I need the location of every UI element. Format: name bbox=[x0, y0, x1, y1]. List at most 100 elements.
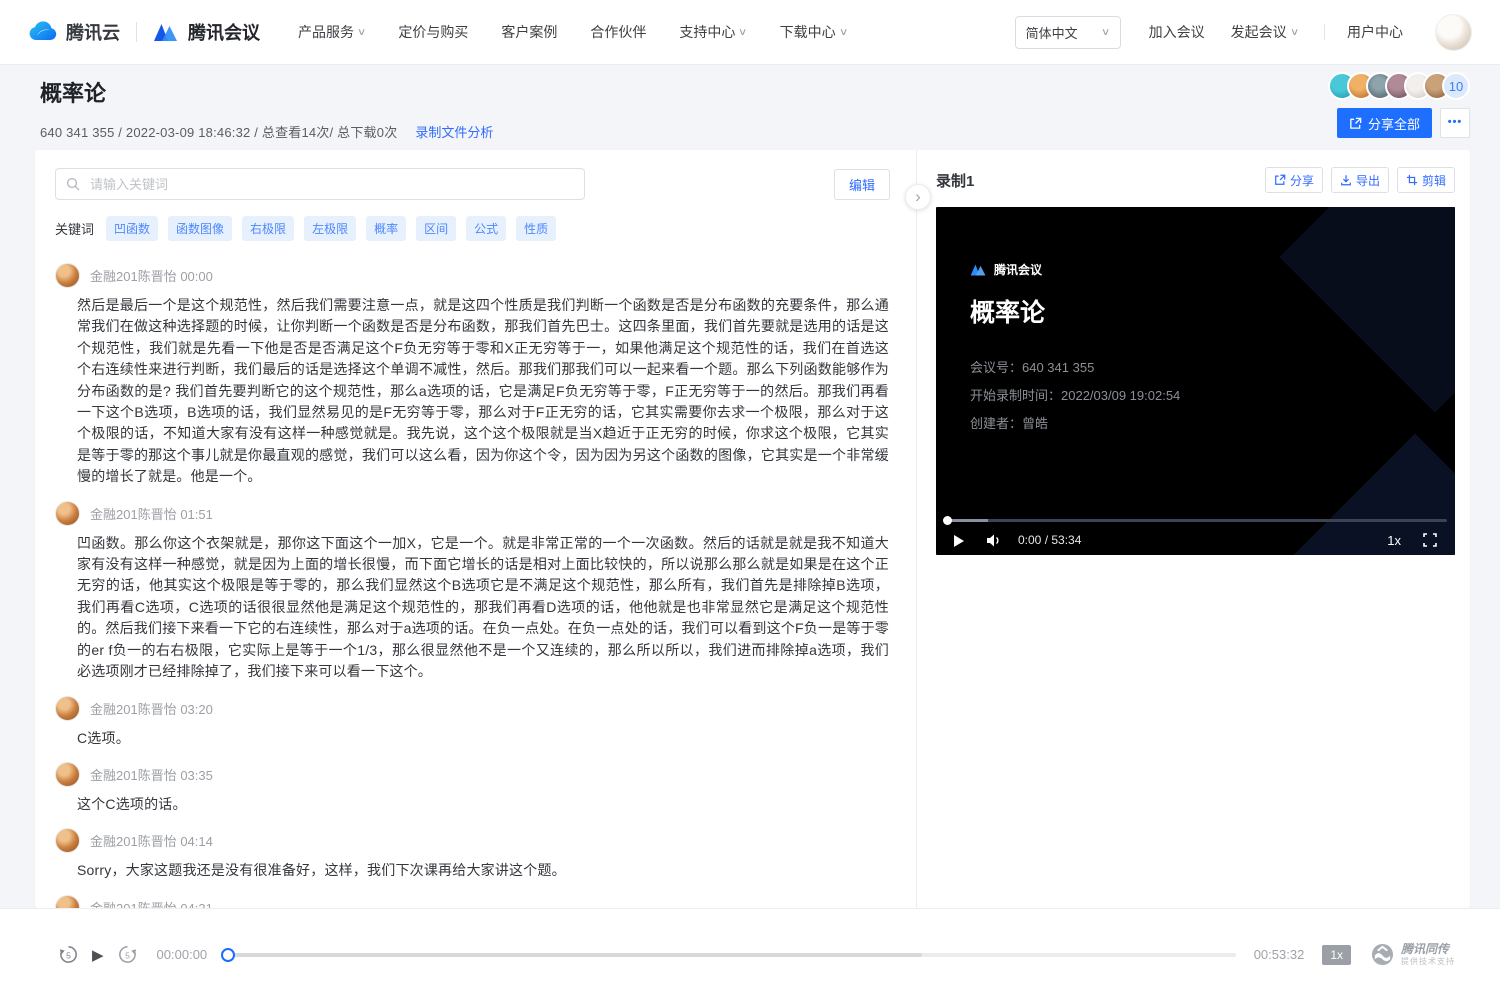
tencent-simultaneous-brand: 腾讯同传 提供技术支持 bbox=[1371, 943, 1455, 966]
chevron-right-icon: › bbox=[915, 188, 921, 205]
chevron-down-icon: ∨ bbox=[357, 27, 367, 38]
speaker-avatar bbox=[55, 263, 80, 288]
search-input[interactable] bbox=[88, 176, 574, 193]
video-meeting-number: 会议号：640 341 355 bbox=[970, 357, 1094, 376]
share-icon bbox=[1274, 174, 1286, 186]
nav-item-products[interactable]: 产品服务∨ bbox=[298, 22, 365, 42]
speaker-avatar bbox=[55, 762, 80, 787]
video-seek-bar[interactable] bbox=[944, 519, 1447, 522]
nav-item-download[interactable]: 下载中心∨ bbox=[780, 22, 847, 42]
speaker-avatar bbox=[55, 895, 80, 908]
main-content-card: 编辑 关键词 凹函数 函数图像 右极限 左极限 概率 区间 公式 性质 金融20… bbox=[35, 150, 1470, 908]
transcript-entry[interactable]: 金融201陈晋怡 03:35 这个C选项的话。 bbox=[55, 762, 896, 815]
header-right-section: 10 分享全部 ••• bbox=[1328, 72, 1470, 138]
header-buttons: 分享全部 ••• bbox=[1337, 108, 1470, 138]
clip-button[interactable]: 剪辑 bbox=[1397, 167, 1455, 193]
join-meeting-link[interactable]: 加入会议 bbox=[1149, 22, 1205, 42]
nav-item-pricing[interactable]: 定价与购买 bbox=[398, 22, 468, 42]
video-bg-shape bbox=[1279, 207, 1455, 413]
keyword-tag[interactable]: 左极限 bbox=[304, 216, 356, 241]
recording-meta: 640 341 355 / 2022-03-09 18:46:32 / 总查看1… bbox=[40, 122, 397, 141]
forward-5-button[interactable]: 5 bbox=[117, 944, 138, 965]
language-select[interactable]: 简体中文 ∨ bbox=[1015, 16, 1121, 49]
collapse-panel-button[interactable]: › bbox=[905, 184, 931, 210]
keyword-tag[interactable]: 凹函数 bbox=[106, 216, 158, 241]
keyword-tag[interactable]: 区间 bbox=[416, 216, 456, 241]
chevron-down-icon: ∨ bbox=[839, 27, 849, 38]
transcript-panel: 编辑 关键词 凹函数 函数图像 右极限 左极限 概率 区间 公式 性质 金融20… bbox=[35, 150, 917, 908]
video-time: 0:00 / 53:34 bbox=[1018, 533, 1081, 547]
keywords-label: 关键词 bbox=[55, 219, 94, 238]
top-navigation: 腾讯云 腾讯会议 产品服务∨ 定价与购买 客户案例 合作伙伴 支持中心∨ 下载中… bbox=[0, 0, 1500, 64]
speaker-and-time: 金融201陈晋怡 04:14 bbox=[90, 831, 213, 850]
keyword-tag[interactable]: 概率 bbox=[366, 216, 406, 241]
nav-item-cases[interactable]: 客户案例 bbox=[501, 22, 557, 42]
entry-header: 金融201陈晋怡 00:00 bbox=[55, 263, 896, 288]
search-box[interactable] bbox=[55, 168, 585, 200]
export-button[interactable]: 导出 bbox=[1331, 167, 1389, 193]
brand-cloud-label: 腾讯云 bbox=[66, 19, 120, 45]
playback-slider[interactable] bbox=[223, 948, 1236, 962]
tencent-meeting-logo[interactable]: 腾讯会议 bbox=[153, 19, 260, 45]
svg-text:5: 5 bbox=[66, 950, 71, 960]
keyword-tag[interactable]: 函数图像 bbox=[168, 216, 232, 241]
clip-label: 剪辑 bbox=[1422, 172, 1446, 189]
total-time: 00:53:32 bbox=[1254, 947, 1305, 962]
more-actions-button[interactable]: ••• bbox=[1440, 108, 1470, 138]
export-label: 导出 bbox=[1356, 172, 1380, 189]
entry-header: 金融201陈晋怡 01:51 bbox=[55, 501, 896, 526]
keyword-tag[interactable]: 公式 bbox=[466, 216, 506, 241]
meta-row: 640 341 355 / 2022-03-09 18:46:32 / 总查看1… bbox=[40, 122, 1460, 141]
crop-icon bbox=[1406, 174, 1418, 186]
playback-speed-button[interactable]: 1x bbox=[1322, 945, 1351, 965]
video-panel: 录制1 分享 导出 bbox=[917, 150, 1470, 908]
participant-avatars[interactable]: 10 bbox=[1328, 72, 1470, 100]
video-player[interactable]: 腾讯会议 概率论 会议号：640 341 355 开始录制时间：2022/03/… bbox=[936, 207, 1455, 555]
entry-header: 金融201陈晋怡 03:20 bbox=[55, 696, 896, 721]
slider-handle[interactable] bbox=[221, 948, 235, 962]
nav-item-partners[interactable]: 合作伙伴 bbox=[590, 22, 646, 42]
brand-meeting-label: 腾讯会议 bbox=[188, 19, 260, 45]
video-seek-handle[interactable] bbox=[943, 516, 952, 525]
speaker-and-time: 金融201陈晋怡 03:35 bbox=[90, 765, 213, 784]
speaker-and-time: 金融201陈晋怡 01:51 bbox=[90, 504, 213, 523]
keyword-tag[interactable]: 性质 bbox=[516, 216, 556, 241]
keyword-tag[interactable]: 右极限 bbox=[242, 216, 294, 241]
share-button[interactable]: 分享 bbox=[1265, 167, 1323, 193]
recording-title: 录制1 bbox=[936, 170, 974, 191]
user-center-link[interactable]: 用户中心 bbox=[1347, 22, 1403, 42]
rewind-5-button[interactable]: 5 bbox=[58, 944, 79, 965]
volume-icon[interactable] bbox=[986, 533, 1002, 548]
transcript-entry[interactable]: 金融201陈晋怡 01:51 凹函数。那么你这个衣架就是，那你这下面这个一加X，… bbox=[55, 501, 896, 683]
file-analysis-link[interactable]: 录制文件分析 bbox=[415, 122, 493, 141]
playback-play-button[interactable]: ▶ bbox=[92, 946, 104, 964]
share-all-button[interactable]: 分享全部 bbox=[1337, 108, 1432, 138]
transcript-entry[interactable]: 金融201陈晋怡 00:00 然后是最后一个是这个规范性，然后我们需要注意一点，… bbox=[55, 263, 896, 488]
download-icon bbox=[1340, 174, 1352, 186]
user-avatar[interactable] bbox=[1435, 14, 1472, 51]
entry-text: C选项。 bbox=[77, 728, 889, 749]
entry-text: 这个C选项的话。 bbox=[77, 794, 889, 815]
entry-text: 凹函数。那么你这个衣架就是，那你这下面这个一加X，它是一个。就是非常正常的一个一… bbox=[77, 533, 889, 683]
participant-count-badge[interactable]: 10 bbox=[1442, 72, 1470, 100]
speaker-and-time: 金融201陈晋怡 00:00 bbox=[90, 266, 213, 285]
tencent-cloud-logo[interactable]: 腾讯云 bbox=[28, 19, 120, 45]
transcript-entry[interactable]: 金融201陈晋怡 04:14 Sorry，大家这题我还是没有很准备好，这样，我们… bbox=[55, 828, 896, 881]
entry-text: 然后是最后一个是这个规范性，然后我们需要注意一点，就是这四个性质是我们判断一个函… bbox=[77, 295, 889, 488]
video-play-button[interactable]: ▶ bbox=[954, 530, 964, 549]
start-meeting-link[interactable]: 发起会议∨ bbox=[1231, 22, 1298, 42]
fullscreen-icon[interactable] bbox=[1423, 533, 1437, 547]
share-all-label: 分享全部 bbox=[1368, 114, 1420, 133]
cloud-icon bbox=[28, 20, 59, 44]
chevron-down-icon: ∨ bbox=[1101, 27, 1111, 38]
nav-item-support[interactable]: 支持中心∨ bbox=[679, 22, 746, 42]
transcript-entry[interactable]: 金融201陈晋怡 03:20 C选项。 bbox=[55, 696, 896, 749]
speaker-and-time: 金融201陈晋怡 03:20 bbox=[90, 699, 213, 718]
video-speed-button[interactable]: 1x bbox=[1387, 533, 1401, 548]
transcript-list: 金融201陈晋怡 00:00 然后是最后一个是这个规范性，然后我们需要注意一点，… bbox=[55, 263, 896, 908]
transcript-entry[interactable]: 金融201陈晋怡 04:31 那我们先不看C，我们先来看一下。先来看一下第的话，… bbox=[55, 895, 896, 908]
entry-header: 金融201陈晋怡 04:14 bbox=[55, 828, 896, 853]
current-time: 00:00:00 bbox=[157, 947, 208, 962]
video-brand-label: 腾讯会议 bbox=[994, 261, 1042, 278]
edit-button[interactable]: 编辑 bbox=[834, 169, 890, 200]
